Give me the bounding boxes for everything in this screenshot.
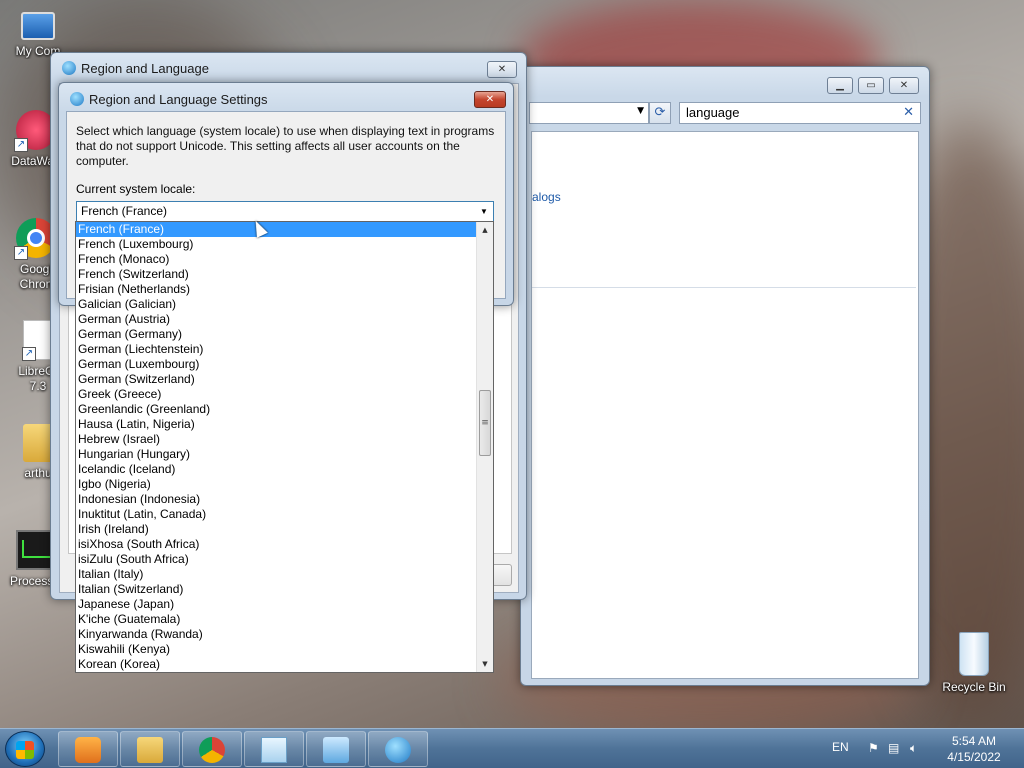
shortcut-arrow-icon: ↗ (14, 138, 28, 152)
dialog-title: Region and Language Settings (89, 92, 268, 107)
selected-locale: French (France) (81, 204, 168, 218)
taskbar-media-player[interactable] (58, 731, 118, 767)
globe-icon (62, 61, 76, 75)
locale-option[interactable]: Indonesian (Indonesia) (76, 492, 476, 507)
locale-option[interactable]: Icelandic (Iceland) (76, 462, 476, 477)
close-button[interactable]: ✕ (487, 61, 517, 78)
locale-option[interactable]: German (Germany) (76, 327, 476, 342)
action-center-icon[interactable]: ⚑ (868, 741, 882, 755)
taskbar-control-panel[interactable] (306, 731, 366, 767)
chevron-down-icon[interactable]: ▼ (477, 204, 491, 219)
desktop-icon-recycle-bin[interactable]: Recycle Bin (938, 632, 1010, 695)
locale-option[interactable]: Irish (Ireland) (76, 522, 476, 537)
shortcut-arrow-icon: ↗ (22, 347, 36, 361)
clock[interactable]: 5:54 AM 4/15/2022 (942, 733, 1006, 765)
locale-option[interactable]: Igbo (Nigeria) (76, 477, 476, 492)
locale-dropdown-list[interactable]: French (France) French (Luxembourg) French… (75, 221, 494, 673)
start-button[interactable] (5, 731, 45, 767)
locale-option[interactable]: French (Monaco) (76, 252, 476, 267)
locale-option[interactable]: German (Austria) (76, 312, 476, 327)
document-icon: ↗ (22, 320, 53, 361)
folder-icon (137, 737, 163, 763)
locale-option[interactable]: Hausa (Latin, Nigeria) (76, 417, 476, 432)
chrome-icon (199, 737, 225, 763)
search-input[interactable]: language ✕ (679, 102, 921, 124)
refresh-button[interactable]: ⟳ (649, 102, 671, 124)
locale-option[interactable]: Italian (Switzerland) (76, 582, 476, 597)
scroll-down-icon[interactable]: ▼ (477, 656, 493, 672)
locale-option[interactable]: isiXhosa (South Africa) (76, 537, 476, 552)
close-button[interactable]: ✕ (889, 77, 919, 94)
locale-option[interactable]: Japanese (Japan) (76, 597, 476, 612)
maximize-button[interactable]: ▭ (858, 77, 884, 94)
locale-option[interactable]: German (Luxembourg) (76, 357, 476, 372)
taskbar-explorer[interactable] (120, 731, 180, 767)
close-button[interactable]: ✕ (474, 91, 506, 108)
control-panel-icon (323, 737, 349, 763)
system-locale-select[interactable]: French (France) ▼ (76, 201, 494, 222)
locale-option[interactable]: Inuktitut (Latin, Canada) (76, 507, 476, 522)
locale-option[interactable]: French (France) (76, 222, 476, 237)
locale-option[interactable]: German (Switzerland) (76, 372, 476, 387)
control-panel-content: alogs (531, 131, 919, 679)
shortcut-arrow-icon: ↗ (14, 246, 28, 260)
system-tray: EN ⚑ ▤ 🔈︎ 5:54 AM 4/15/2022 (824, 729, 1024, 768)
scroll-up-icon[interactable]: ▲ (477, 222, 493, 238)
globe-icon (385, 737, 411, 763)
locale-option[interactable]: Greenlandic (Greenland) (76, 402, 476, 417)
folder-icon (23, 424, 53, 462)
locale-option[interactable]: K'iche (Guatemala) (76, 612, 476, 627)
globe-icon (70, 92, 84, 106)
search-input-value: language (686, 105, 740, 120)
locale-option[interactable]: German (Liechtenstein) (76, 342, 476, 357)
taskbar: EN ⚑ ▤ 🔈︎ 5:54 AM 4/15/2022 (0, 728, 1024, 768)
window-title: Region and Language (81, 61, 209, 76)
media-player-icon (75, 737, 101, 763)
notepad-icon (261, 737, 287, 763)
locale-option[interactable]: Galician (Galician) (76, 297, 476, 312)
address-bar[interactable]: ▼ (529, 102, 649, 124)
chevron-down-icon[interactable]: ▼ (637, 106, 644, 116)
locale-option[interactable]: Italian (Italy) (76, 567, 476, 582)
minimize-button[interactable]: ▁ (827, 77, 853, 94)
locale-option[interactable]: isiZulu (South Africa) (76, 552, 476, 567)
divider (532, 287, 916, 288)
locale-option[interactable]: Kinyarwanda (Rwanda) (76, 627, 476, 642)
locale-option[interactable]: Frisian (Netherlands) (76, 282, 476, 297)
locale-option[interactable]: Greek (Greece) (76, 387, 476, 402)
locale-option[interactable]: Hungarian (Hungary) (76, 447, 476, 462)
locale-description: Select which language (system locale) to… (76, 124, 495, 168)
desktop-icon-label: Recycle Bin (942, 680, 1006, 694)
control-panel-link[interactable]: alogs (532, 190, 561, 204)
volume-icon[interactable]: 🔈︎ (910, 741, 924, 755)
locale-label: Current system locale: (76, 182, 196, 196)
scrollbar[interactable]: ▲ ≡ ▼ (476, 222, 493, 672)
locale-option[interactable]: Kiswahili (Kenya) (76, 642, 476, 657)
language-indicator[interactable]: EN (832, 740, 849, 754)
recycle-bin-icon (959, 632, 989, 676)
locale-option[interactable]: French (Luxembourg) (76, 237, 476, 252)
scrollbar-thumb[interactable]: ≡ (479, 390, 491, 456)
taskbar-chrome[interactable] (182, 731, 242, 767)
clock-date: 4/15/2022 (947, 750, 1001, 764)
locale-options: French (France) French (Luxembourg) French… (76, 222, 476, 672)
locale-option[interactable]: French (Switzerland) (76, 267, 476, 282)
control-panel-window: ▁ ▭ ✕ ▼ ⟳ language ✕ alogs (520, 66, 930, 686)
clear-search-icon[interactable]: ✕ (903, 104, 914, 120)
clock-time: 5:54 AM (951, 734, 997, 748)
windows-logo-icon (16, 741, 34, 759)
network-icon[interactable]: ▤ (888, 741, 902, 755)
computer-icon (21, 12, 55, 40)
taskbar-region-language[interactable] (368, 731, 428, 767)
locale-option[interactable]: Hebrew (Israel) (76, 432, 476, 447)
locale-option[interactable]: Korean (Korea) (76, 657, 476, 672)
taskbar-notepad[interactable] (244, 731, 304, 767)
